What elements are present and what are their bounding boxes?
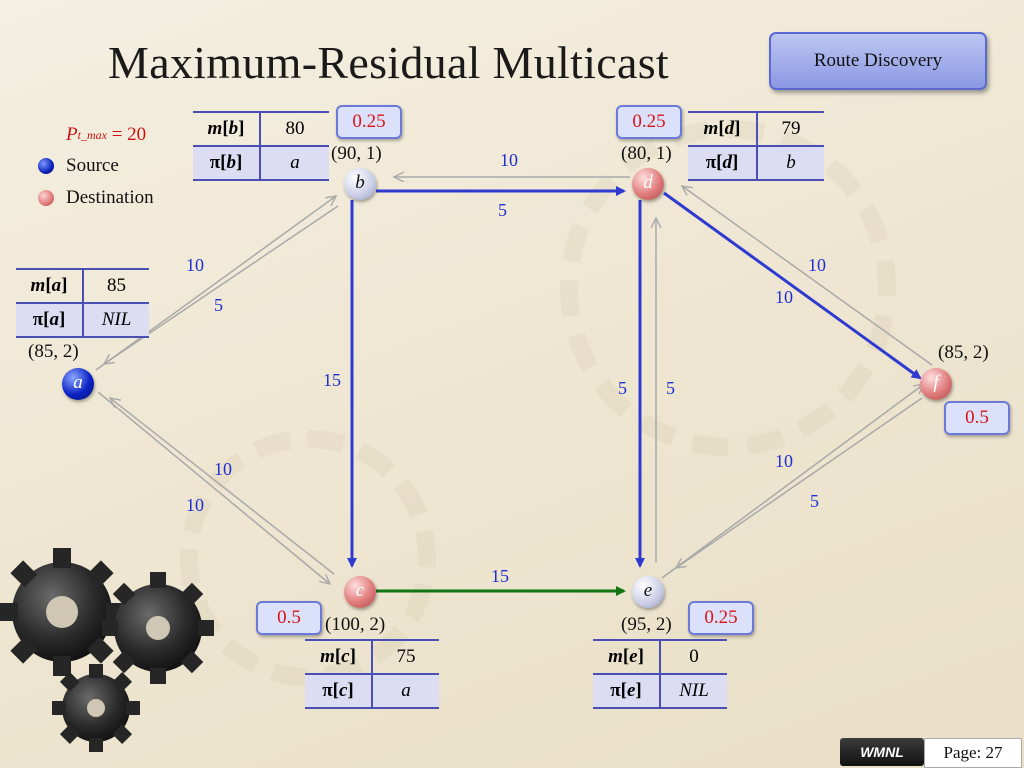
coord-d: (80, 1) [621, 143, 672, 164]
edge-label-b-d-bottom: 5 [498, 200, 507, 220]
edge-label-d-f-lower: 10 [775, 287, 793, 307]
edge-label-d-e-left: 5 [618, 378, 627, 398]
edge-label-a-c-upper: 10 [214, 459, 232, 479]
node-f: f [920, 368, 952, 400]
edge-label-b-d-top: 10 [500, 150, 518, 170]
badge-e: 0.25 [688, 601, 754, 635]
badge-d: 0.25 [616, 105, 682, 139]
node-a: a [62, 368, 94, 400]
edge-label-d-e-right: 5 [666, 378, 675, 398]
node-d: d [632, 168, 664, 200]
badge-b: 0.25 [336, 105, 402, 139]
table-node-b: m[b] 80 π[b] a [193, 111, 329, 181]
badge-f: 0.5 [944, 401, 1010, 435]
node-c: c [344, 576, 376, 608]
edge-f-d-gray [682, 186, 933, 366]
page-number: Page: 27 [924, 738, 1022, 768]
table-node-e: m[e] 0 π[e] NIL [593, 639, 727, 709]
node-b: b [344, 168, 376, 200]
node-e: e [632, 576, 664, 608]
table-node-a: m[a] 85 π[a] NIL [16, 268, 149, 338]
wmnl-logo: WMNL [840, 738, 924, 766]
table-node-c: m[c] 75 π[c] a [305, 639, 439, 709]
edge-label-c-e: 15 [491, 566, 509, 586]
edge-e-f-gray [661, 384, 924, 579]
edge-f-e-gray [676, 397, 923, 568]
edge-label-a-c-lower: 10 [186, 495, 204, 515]
coord-f: (85, 2) [938, 342, 989, 363]
gears-decoration-icon [0, 548, 214, 752]
coord-c: (100, 2) [325, 614, 386, 635]
edge-label-e-f-upper: 10 [775, 451, 793, 471]
edge-label-a-b-upper: 10 [186, 255, 204, 275]
edge-label-e-f-lower: 5 [810, 491, 819, 511]
table-node-d: m[d] 79 π[d] b [688, 111, 824, 181]
coord-e: (95, 2) [621, 614, 672, 635]
edge-label-b-c: 15 [323, 370, 341, 390]
badge-c: 0.5 [256, 601, 322, 635]
edge-label-a-b-lower: 5 [214, 295, 223, 315]
edge-d-f-tree [663, 191, 922, 380]
coord-b: (90, 1) [331, 143, 382, 164]
coord-a: (85, 2) [28, 341, 79, 362]
edge-label-d-f-upper: 10 [808, 255, 826, 275]
